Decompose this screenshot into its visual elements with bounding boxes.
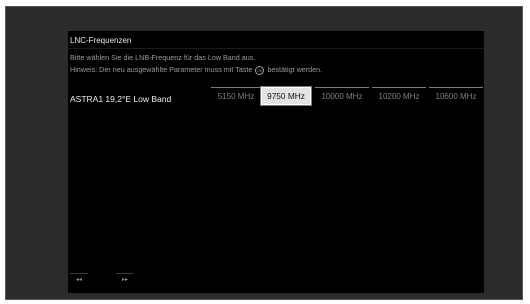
hint-text-1: Bitte wählen Sie die LNB-Frequenz für da… [70, 53, 256, 62]
rewind-icon[interactable]: ◂◂ [70, 273, 88, 286]
menu-screen: LNC-Frequenzen Bitte wählen Sie die LNB-… [68, 31, 484, 293]
hint-text-2-start: Hinweis: Der neu ausgewählte Parameter m… [70, 65, 253, 74]
fast-forward-icon[interactable]: ▸▸ [116, 273, 134, 286]
frequency-option-9750-selected[interactable]: 9750 MHz [260, 86, 312, 106]
hint-text-2: Hinweis: Der neu ausgewählte Parameter m… [70, 65, 322, 75]
frequency-option-5150[interactable]: 5150 MHz [211, 87, 261, 105]
lnb-setting-label: ASTRA1 19,2°E Low Band [70, 94, 172, 104]
frequency-option-10200[interactable]: 10200 MHz [372, 87, 426, 105]
tv-frame: LNC-Frequenzen Bitte wählen Sie die LNB-… [5, 6, 523, 300]
frequency-option-10000[interactable]: 10000 MHz [315, 87, 369, 105]
ok-button-icon: OK [255, 65, 265, 75]
hint-text-2-end: bestätigt werden. [267, 65, 323, 74]
frequency-option-10600[interactable]: 10600 MHz [429, 87, 483, 105]
title-divider [68, 48, 484, 49]
menu-title: LNC-Frequenzen [70, 36, 132, 45]
